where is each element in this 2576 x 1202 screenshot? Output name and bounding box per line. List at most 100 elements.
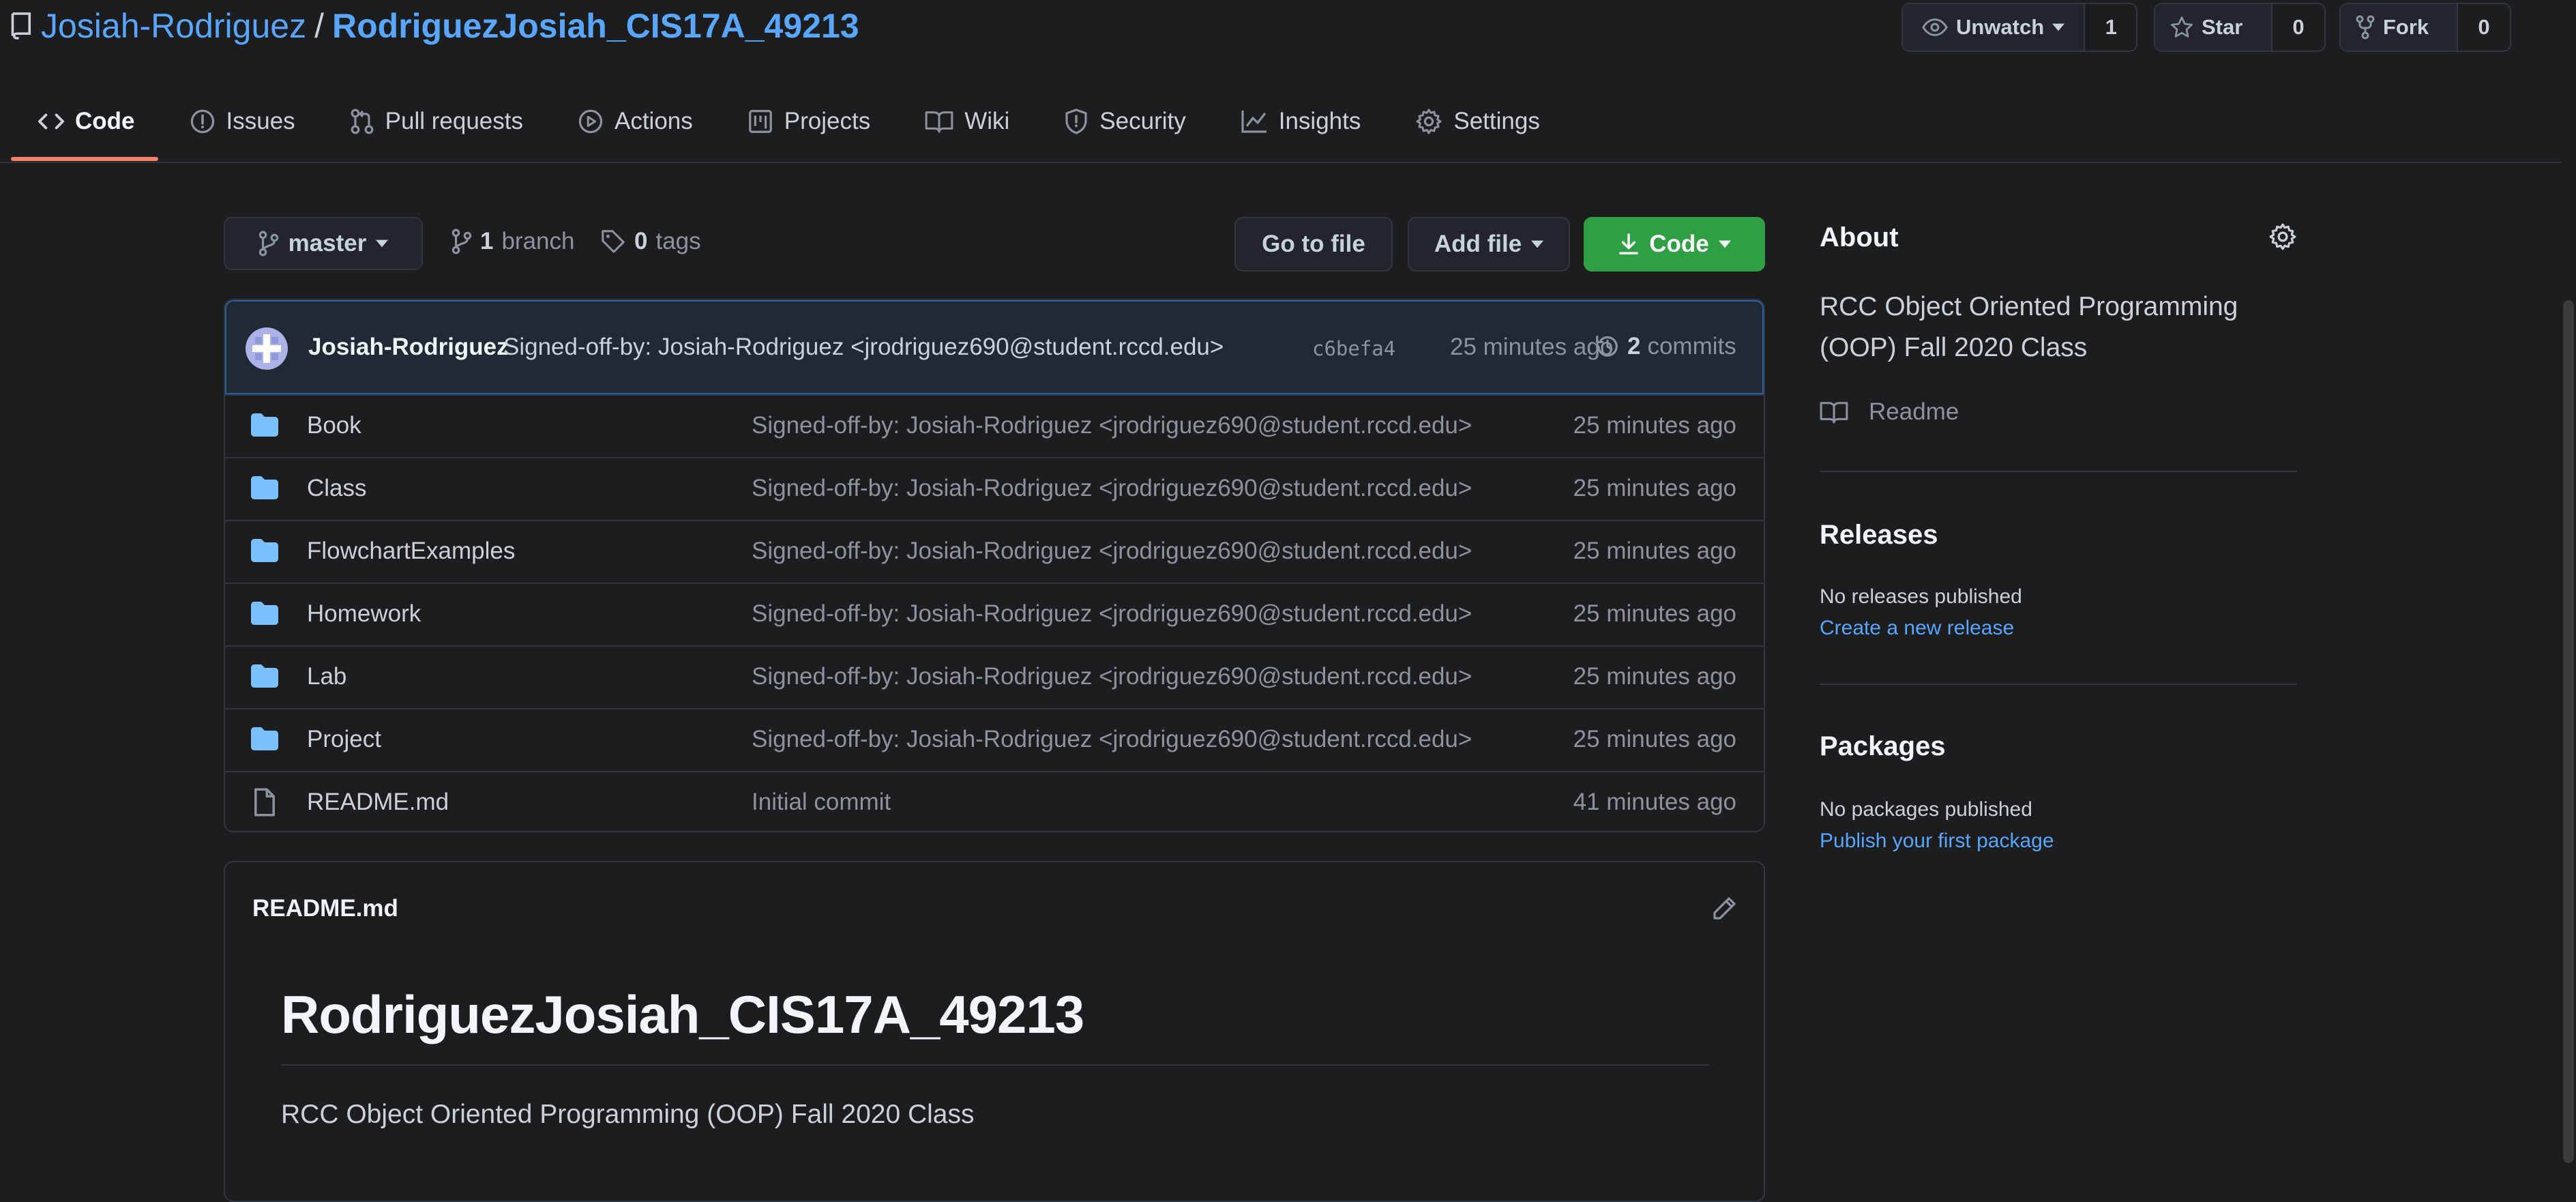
tab-wiki[interactable]: Wiki <box>898 102 1037 141</box>
readme-filename: README.md <box>252 895 398 922</box>
tab-issues-label: Issues <box>226 108 295 134</box>
branch-count: 1 <box>480 228 494 254</box>
file-commit-message[interactable]: Initial commit <box>752 789 891 816</box>
branch-word: branch <box>501 228 575 254</box>
folder-icon <box>251 664 278 688</box>
unwatch-button[interactable]: Unwatch <box>1903 4 2084 50</box>
file-commit-message[interactable]: Signed-off-by: Josiah-Rodriguez <jrodrig… <box>752 600 1472 628</box>
file-name[interactable]: Homework <box>307 600 421 628</box>
table-row[interactable]: Lab Signed-off-by: Josiah-Rodriguez <jro… <box>225 645 1764 708</box>
publish-package-link[interactable]: Publish your first package <box>1820 830 2054 853</box>
table-row[interactable]: Homework Signed-off-by: Josiah-Rodriguez… <box>225 583 1764 645</box>
file-name[interactable]: Lab <box>307 663 346 690</box>
fork-count[interactable]: 0 <box>2457 4 2510 50</box>
releases-status: No releases published <box>1820 585 2022 608</box>
readme-link[interactable]: Readme <box>1820 398 1959 426</box>
folder-icon <box>251 413 278 437</box>
eye-icon <box>1922 18 1948 36</box>
table-row[interactable]: Project Signed-off-by: Josiah-Rodriguez … <box>225 708 1764 771</box>
table-row[interactable]: README.md Initial commit 41 minutes ago <box>225 771 1764 831</box>
file-age: 25 minutes ago <box>1573 663 1736 690</box>
file-age: 41 minutes ago <box>1573 789 1736 815</box>
table-row[interactable]: Class Signed-off-by: Josiah-Rodriguez <j… <box>225 457 1764 520</box>
file-name[interactable]: Project <box>307 726 381 753</box>
avatar[interactable] <box>246 327 288 370</box>
create-release-link[interactable]: Create a new release <box>1820 617 2014 640</box>
caret-down-icon <box>2052 23 2065 31</box>
folder-icon <box>251 476 278 499</box>
table-row[interactable]: FlowchartExamples Signed-off-by: Josiah-… <box>225 520 1764 583</box>
repo-icon <box>11 12 31 40</box>
tab-actions[interactable]: Actions <box>550 102 720 141</box>
history-icon <box>1596 336 1618 357</box>
commit-message[interactable]: Signed-off-by: Josiah-Rodriguez <jrodrig… <box>503 334 1224 361</box>
fork-button[interactable]: Fork <box>2341 4 2457 50</box>
tab-settings-label: Settings <box>1453 108 1540 134</box>
folder-icon <box>251 602 278 625</box>
gear-icon[interactable] <box>2268 222 2297 251</box>
file-commit-message[interactable]: Signed-off-by: Josiah-Rodriguez <jrodrig… <box>752 475 1472 502</box>
project-icon <box>748 110 772 133</box>
watch-count[interactable]: 1 <box>2084 4 2136 50</box>
tab-pull-requests[interactable]: Pull requests <box>323 102 550 141</box>
about-description: RCC Object Oriented Programming (OOP) Fa… <box>1820 292 2238 362</box>
file-name[interactable]: Class <box>307 475 367 502</box>
pencil-icon[interactable] <box>1711 895 1738 922</box>
file-age: 25 minutes ago <box>1573 600 1736 627</box>
file-name[interactable]: FlowchartExamples <box>307 538 515 565</box>
book-icon <box>1820 402 1848 424</box>
star-count[interactable]: 0 <box>2271 4 2324 50</box>
tab-projects[interactable]: Projects <box>720 102 898 141</box>
repo-name-link[interactable]: RodriguezJosiah_CIS17A_49213 <box>332 6 859 46</box>
file-commit-message[interactable]: Signed-off-by: Josiah-Rodriguez <jrodrig… <box>752 538 1472 565</box>
tags-link[interactable]: 0 tags <box>600 228 701 255</box>
folder-icon <box>251 539 278 562</box>
packages-status: No packages published <box>1820 798 2032 821</box>
commit-count: 2 <box>1627 333 1641 360</box>
tab-issues[interactable]: Issues <box>162 102 323 141</box>
commit-author[interactable]: Josiah-Rodriguez <box>308 334 509 361</box>
fork-label: Fork <box>2383 15 2429 39</box>
star-icon <box>2171 16 2193 38</box>
commits-link[interactable]: 2 commits <box>1595 333 1736 360</box>
play-icon <box>578 109 603 134</box>
tag-icon <box>602 230 625 253</box>
file-commit-message[interactable]: Signed-off-by: Josiah-Rodriguez <jrodrig… <box>752 726 1472 753</box>
book-icon <box>925 111 953 133</box>
file-age: 25 minutes ago <box>1573 475 1736 501</box>
commit-age: 25 minutes ago <box>1450 334 1614 360</box>
table-row[interactable]: Book Signed-off-by: Josiah-Rodriguez <jr… <box>225 394 1764 457</box>
repo-owner-link[interactable]: Josiah-Rodriguez <box>41 6 306 46</box>
file-name[interactable]: README.md <box>307 789 449 816</box>
tab-projects-label: Projects <box>784 108 871 134</box>
file-commit-message[interactable]: Signed-off-by: Josiah-Rodriguez <jrodrig… <box>752 412 1472 439</box>
tab-code-label: Code <box>75 108 135 134</box>
branch-select-button[interactable]: master <box>224 217 423 270</box>
branch-icon <box>258 231 278 256</box>
file-name[interactable]: Book <box>307 412 361 439</box>
tab-pull-requests-label: Pull requests <box>385 108 523 134</box>
go-to-file-button[interactable]: Go to file <box>1234 217 1393 272</box>
file-age: 25 minutes ago <box>1573 412 1736 439</box>
tab-settings[interactable]: Settings <box>1388 102 1567 141</box>
code-download-button[interactable]: Code <box>1584 217 1765 272</box>
folder-icon <box>251 727 278 750</box>
file-icon <box>254 788 275 817</box>
latest-commit-bar: Josiah-Rodriguez Signed-off-by: Josiah-R… <box>225 300 1764 394</box>
add-file-button[interactable]: Add file <box>1408 217 1570 272</box>
file-commit-message[interactable]: Signed-off-by: Josiah-Rodriguez <jrodrig… <box>752 663 1472 690</box>
tab-insights[interactable]: Insights <box>1213 102 1389 141</box>
repo-path-separator: / <box>314 7 324 45</box>
tab-code[interactable]: Code <box>11 102 162 141</box>
scrollbar-thumb[interactable] <box>2563 300 2574 1163</box>
fork-icon <box>2356 15 2375 40</box>
tab-security[interactable]: Security <box>1037 102 1213 141</box>
star-button[interactable]: Star <box>2155 4 2271 50</box>
releases-title[interactable]: Releases <box>1820 520 1938 551</box>
commit-sha[interactable]: c6befa4 <box>1312 337 1395 360</box>
active-tab-indicator <box>11 157 158 161</box>
branches-link[interactable]: 1 branch <box>451 228 575 255</box>
about-title: About <box>1820 222 1899 252</box>
packages-title[interactable]: Packages <box>1820 731 1946 762</box>
issue-icon <box>190 109 214 134</box>
